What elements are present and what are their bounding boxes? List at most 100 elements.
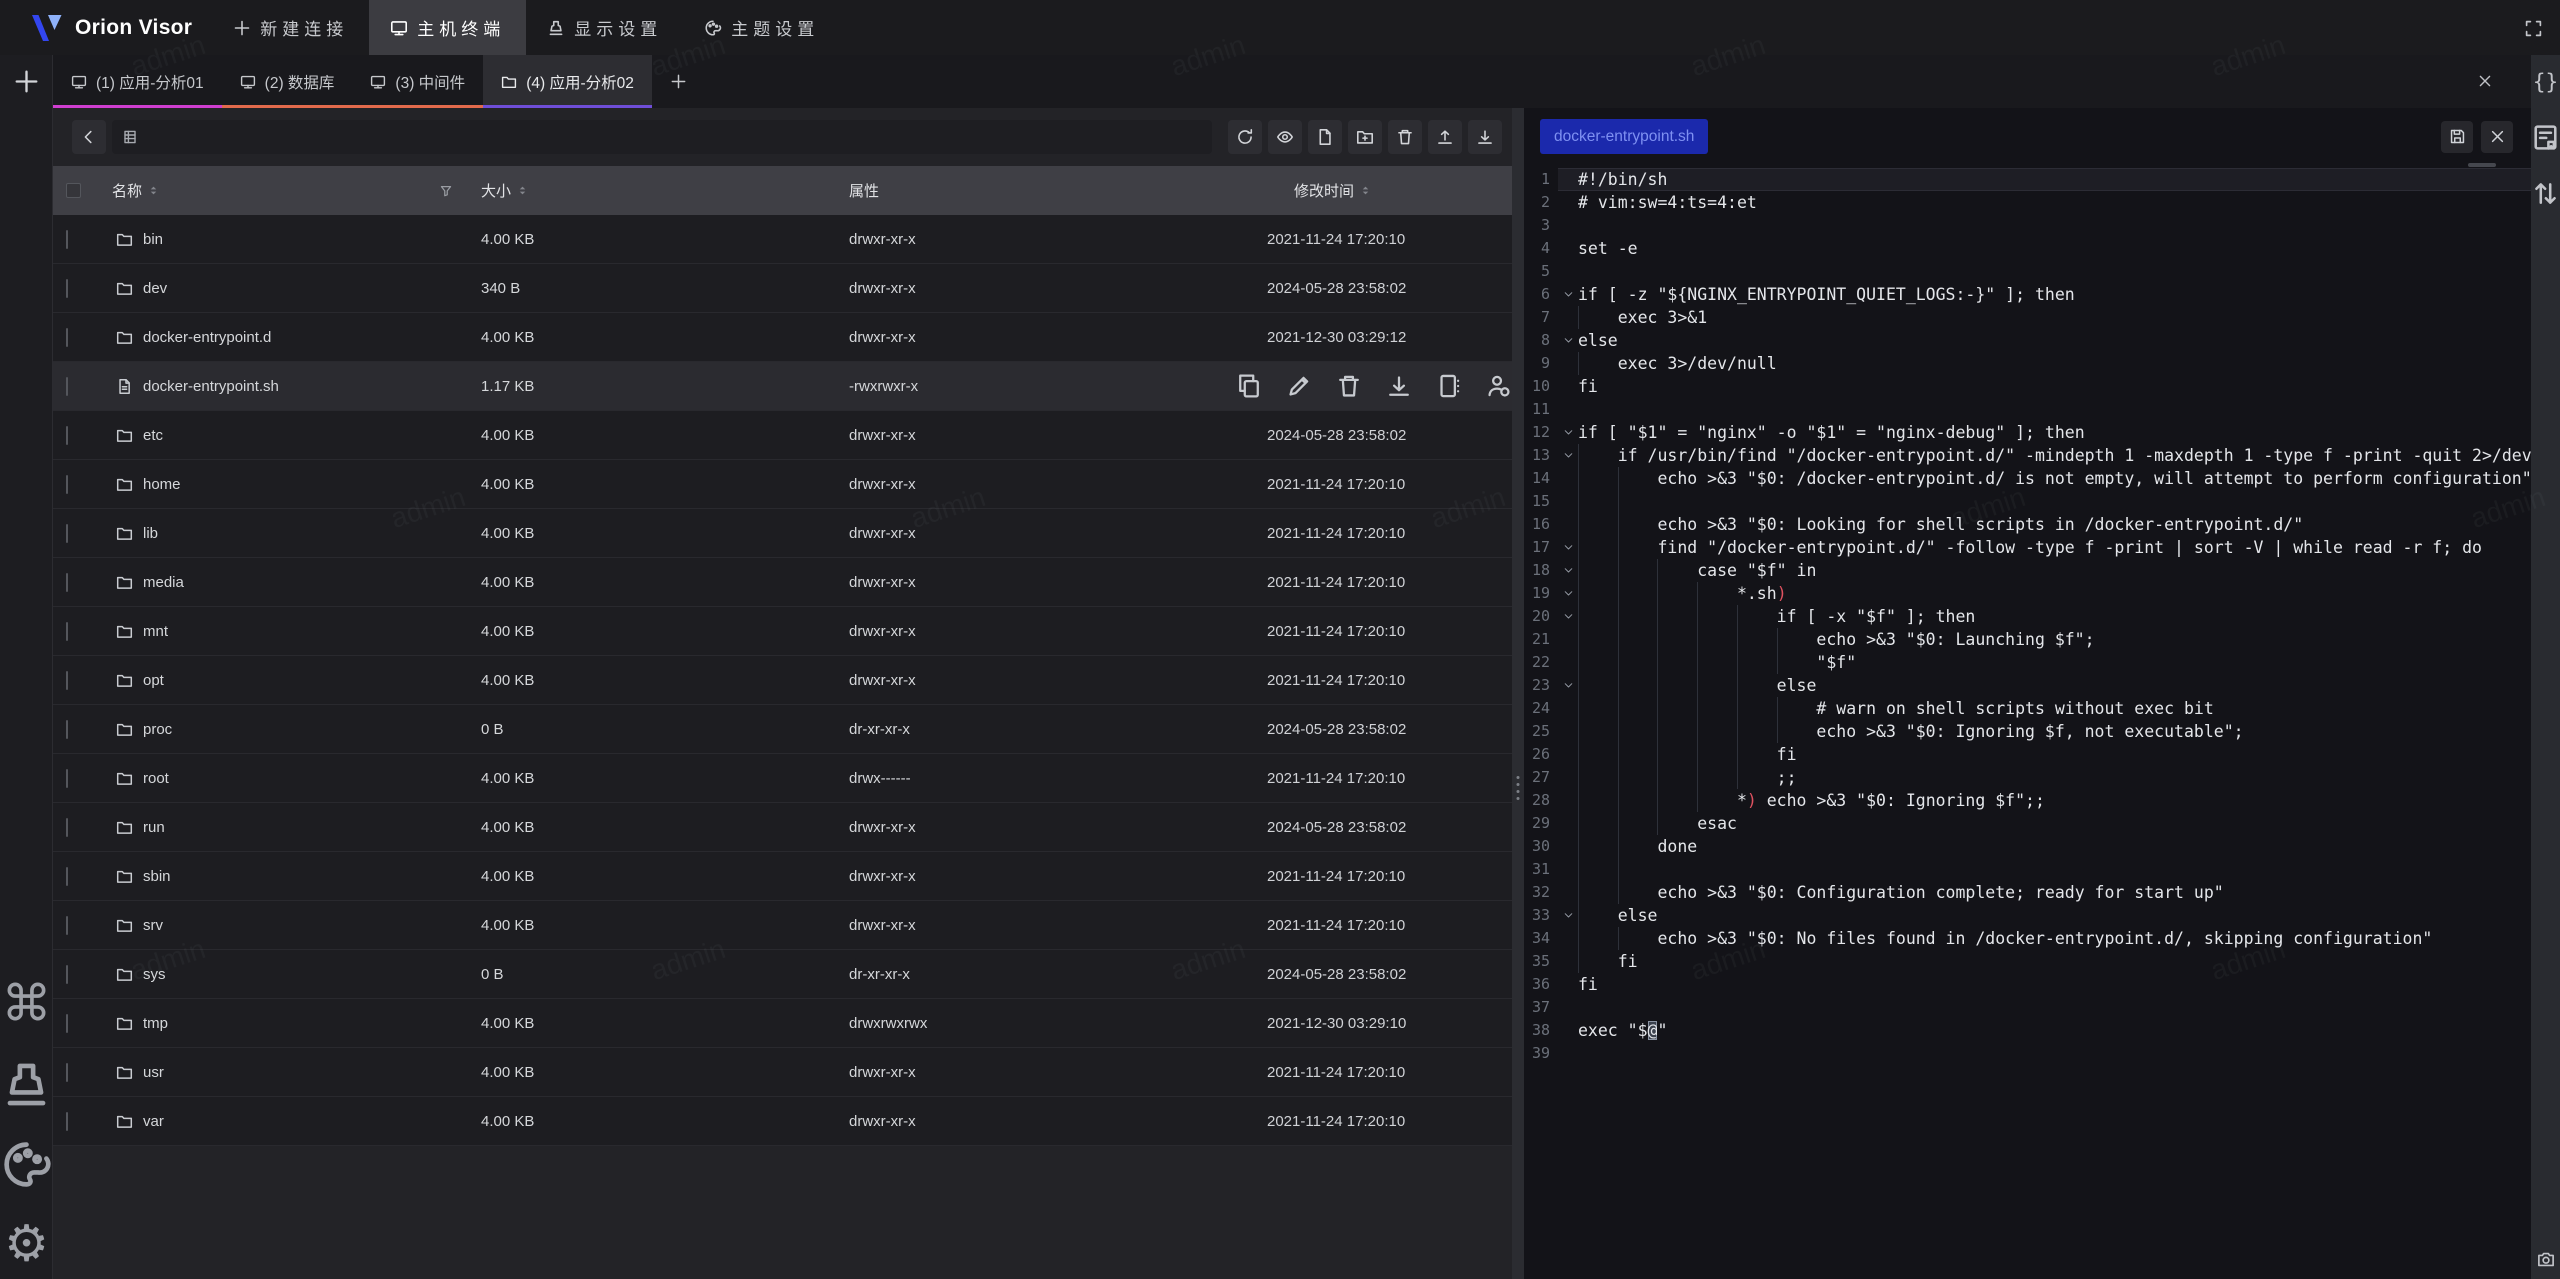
row-checkbox[interactable] <box>66 1112 68 1131</box>
session-tab-1[interactable]: (1) 应用-分析01 <box>53 55 222 108</box>
code-line[interactable]: 5 <box>1524 260 2531 283</box>
table-row[interactable]: lib4.00 KBdrwxr-xr-x2021-11-24 17:20:10 <box>53 509 1512 558</box>
menu-item-display-settings[interactable]: 显示设置 <box>526 0 683 55</box>
fold-toggle[interactable] <box>1558 421 1578 444</box>
save-file-button[interactable] <box>2441 121 2473 153</box>
close-sessions-button[interactable] <box>2471 67 2499 95</box>
menu-item-host-terminal[interactable]: 主机终端 <box>369 0 526 55</box>
code-line[interactable]: 31 <box>1524 858 2531 881</box>
code-line[interactable]: 27;; <box>1524 766 2531 789</box>
code-line[interactable]: 25echo >&3 "$0: Ignoring $f, not executa… <box>1524 720 2531 743</box>
sidebar-theme-settings-button[interactable] <box>0 1138 53 1191</box>
editor-scrollbar-thumb[interactable] <box>2468 163 2496 167</box>
sidebar-system-settings-button[interactable]: ⚙ <box>0 1218 53 1271</box>
new-folder-button[interactable] <box>1348 120 1382 154</box>
code-line[interactable]: 7exec 3>&1 <box>1524 306 2531 329</box>
new-connection-button[interactable] <box>13 68 40 95</box>
code-area[interactable]: 1#!/bin/sh2# vim:sw=4:ts=4:et34set -e56i… <box>1524 165 2531 1279</box>
row-checkbox[interactable] <box>66 524 68 543</box>
code-line[interactable]: 28*) echo >&3 "$0: Ignoring $f";; <box>1524 789 2531 812</box>
code-line[interactable]: 32echo >&3 "$0: Configuration complete; … <box>1524 881 2531 904</box>
code-line[interactable]: 21echo >&3 "$0: Launching $f"; <box>1524 628 2531 651</box>
code-line[interactable]: 35fi <box>1524 950 2531 973</box>
add-session-button[interactable] <box>664 67 694 97</box>
file-name-cell[interactable]: sbin <box>101 868 481 885</box>
table-row[interactable]: srv4.00 KBdrwxr-xr-x2021-11-24 17:20:10 <box>53 901 1512 950</box>
code-line[interactable]: 26fi <box>1524 743 2531 766</box>
sort-icon[interactable] <box>1359 184 1372 197</box>
code-line[interactable]: 6if [ -z "${NGINX_ENTRYPOINT_QUIET_LOGS:… <box>1524 283 2531 306</box>
table-row[interactable]: tmp4.00 KBdrwxrwxrwx2021-12-30 03:29:10 <box>53 999 1512 1048</box>
code-line[interactable]: 33else <box>1524 904 2531 927</box>
file-name-cell[interactable]: srv <box>101 917 481 934</box>
row-checkbox[interactable] <box>66 622 68 641</box>
file-name-cell[interactable]: dev <box>101 280 481 297</box>
row-checkbox[interactable] <box>66 916 68 935</box>
file-name-cell[interactable]: usr <box>101 1064 481 1081</box>
code-line[interactable]: 37 <box>1524 996 2531 1019</box>
sort-icon[interactable] <box>516 184 529 197</box>
code-line[interactable]: 36fi <box>1524 973 2531 996</box>
code-line[interactable]: 1#!/bin/sh <box>1524 168 2531 191</box>
file-name-cell[interactable]: media <box>101 574 481 591</box>
fold-toggle[interactable] <box>1558 536 1578 559</box>
row-edit-button[interactable] <box>1286 373 1312 399</box>
fold-toggle[interactable] <box>1558 605 1578 628</box>
filter-icon[interactable] <box>439 184 453 198</box>
row-checkbox[interactable] <box>66 475 68 494</box>
back-button[interactable] <box>72 120 106 154</box>
table-row[interactable]: proc0 Bdr-xr-xr-x2024-05-28 23:58:02 <box>53 705 1512 754</box>
rail-file-info-button[interactable] <box>2531 123 2560 152</box>
editor-file-tab[interactable]: docker-entrypoint.sh <box>1540 119 1708 154</box>
code-line[interactable]: 16echo >&3 "$0: Looking for shell script… <box>1524 513 2531 536</box>
select-all-checkbox[interactable] <box>66 183 81 198</box>
file-name-cell[interactable]: tmp <box>101 1015 481 1032</box>
download-button[interactable] <box>1468 120 1502 154</box>
code-line[interactable]: 20if [ -x "$f" ]; then <box>1524 605 2531 628</box>
file-name-cell[interactable]: docker-entrypoint.sh <box>101 378 481 395</box>
row-checkbox[interactable] <box>66 818 68 837</box>
row-checkbox[interactable] <box>66 279 68 298</box>
refresh-button[interactable] <box>1228 120 1262 154</box>
file-name-cell[interactable]: etc <box>101 427 481 444</box>
upload-button[interactable] <box>1428 120 1462 154</box>
row-checkbox[interactable] <box>66 965 68 984</box>
file-name-cell[interactable]: mnt <box>101 623 481 640</box>
table-row[interactable]: var4.00 KBdrwxr-xr-x2021-11-24 17:20:10 <box>53 1097 1512 1146</box>
fold-toggle[interactable] <box>1558 329 1578 352</box>
fold-toggle[interactable] <box>1558 444 1578 467</box>
table-row[interactable]: usr4.00 KBdrwxr-xr-x2021-11-24 17:20:10 <box>53 1048 1512 1097</box>
row-checkbox[interactable] <box>66 426 68 445</box>
file-name-cell[interactable]: run <box>101 819 481 836</box>
sidebar-shortcut-keys-button[interactable]: ⌘ <box>0 978 53 1031</box>
row-download-button[interactable] <box>1386 373 1412 399</box>
table-row[interactable]: docker-entrypoint.sh1.17 KB-rwxrwxr-x <box>53 362 1512 411</box>
row-delete-button[interactable] <box>1336 373 1362 399</box>
row-checkbox[interactable] <box>66 671 68 690</box>
row-checkbox[interactable] <box>66 328 68 347</box>
code-line[interactable]: 13if /usr/bin/find "/docker-entrypoint.d… <box>1524 444 2531 467</box>
code-line[interactable]: 29esac <box>1524 812 2531 835</box>
table-row[interactable]: root4.00 KBdrwx------2021-11-24 17:20:10 <box>53 754 1512 803</box>
fold-toggle[interactable] <box>1558 904 1578 927</box>
camera-icon[interactable] <box>2536 1250 2555 1269</box>
code-line[interactable]: 8else <box>1524 329 2531 352</box>
path-input[interactable] <box>112 120 1212 154</box>
code-line[interactable]: 9exec 3>/dev/null <box>1524 352 2531 375</box>
table-row[interactable]: bin4.00 KBdrwxr-xr-x2021-11-24 17:20:10 <box>53 215 1512 264</box>
pane-splitter[interactable] <box>1512 108 1524 1279</box>
row-checkbox[interactable] <box>66 720 68 739</box>
sort-icon[interactable] <box>147 184 160 197</box>
table-row[interactable]: sys0 Bdr-xr-xr-x2024-05-28 23:58:02 <box>53 950 1512 999</box>
row-checkbox[interactable] <box>66 1014 68 1033</box>
code-line[interactable]: 18case "$f" in <box>1524 559 2531 582</box>
row-checkbox[interactable] <box>66 230 68 249</box>
preview-button[interactable] <box>1268 120 1302 154</box>
file-name-cell[interactable]: bin <box>101 231 481 248</box>
column-header-size[interactable]: 大小 <box>481 180 511 201</box>
row-checkbox[interactable] <box>66 769 68 788</box>
sidebar-display-settings-button[interactable] <box>0 1058 53 1111</box>
brand[interactable]: Orion Visor <box>30 13 192 43</box>
code-line[interactable]: 23else <box>1524 674 2531 697</box>
table-row[interactable]: etc4.00 KBdrwxr-xr-x2024-05-28 23:58:02 <box>53 411 1512 460</box>
